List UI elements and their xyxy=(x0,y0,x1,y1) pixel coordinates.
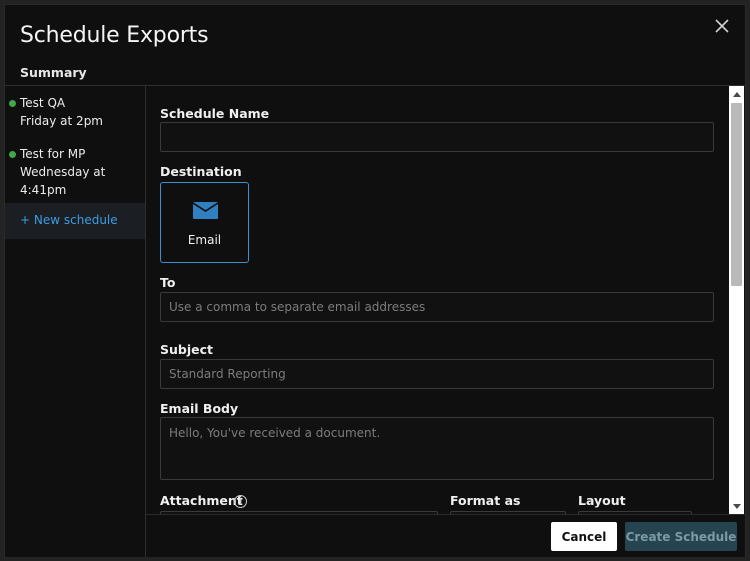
destination-email-label: Email xyxy=(187,233,222,247)
email-body-textarea[interactable]: Hello, You've received a document. xyxy=(160,417,714,480)
schedule-time: Friday at 2pm xyxy=(20,114,103,128)
schedule-item-test-qa[interactable]: Test QA Friday at 2pm xyxy=(5,94,145,130)
status-dot xyxy=(9,100,16,107)
scroll-down-arrow-icon[interactable] xyxy=(733,504,741,509)
dialog-footer: Cancel Create Schedule xyxy=(146,514,745,557)
schedule-name-input[interactable] xyxy=(160,122,714,152)
info-icon[interactable]: i xyxy=(234,495,247,508)
email-body-label: Email Body xyxy=(160,401,239,416)
schedule-form: Schedule Name Destination Email To Use a… xyxy=(146,86,729,514)
schedule-sidebar: Test QA Friday at 2pm Test for MP Wednes… xyxy=(5,86,145,557)
scroll-up-arrow-icon[interactable] xyxy=(733,92,741,97)
destination-email-card[interactable]: Email xyxy=(160,182,249,263)
schedule-item-test-for-mp[interactable]: Test for MP Wednesday at 4:41pm xyxy=(5,145,145,199)
summary-heading: Summary xyxy=(20,65,87,80)
status-dot xyxy=(9,151,16,158)
envelope-icon xyxy=(193,202,218,219)
form-scrollbar[interactable] xyxy=(729,86,744,514)
new-schedule-button[interactable]: + New schedule xyxy=(5,203,145,239)
schedule-name-label: Schedule Name xyxy=(160,106,270,121)
to-label: To xyxy=(160,275,176,290)
scroll-thumb[interactable] xyxy=(731,103,742,286)
format-as-label: Format as xyxy=(450,493,521,508)
destination-label: Destination xyxy=(160,164,242,179)
cancel-button[interactable]: Cancel xyxy=(551,522,617,551)
layout-label: Layout xyxy=(578,493,626,508)
schedule-name: Test QA xyxy=(20,96,66,110)
schedule-name: Test for MP xyxy=(20,147,86,161)
subject-label: Subject xyxy=(160,342,213,357)
to-email-input[interactable]: Use a comma to separate email addresses xyxy=(160,292,714,322)
close-icon[interactable] xyxy=(713,17,731,35)
schedule-exports-dialog: Schedule Exports Summary Test QA Friday … xyxy=(4,4,746,557)
subject-input[interactable]: Standard Reporting xyxy=(160,359,714,389)
schedule-time: Wednesday at 4:41pm xyxy=(20,165,106,197)
attachment-label: Attachment xyxy=(160,493,243,508)
dialog-title: Schedule Exports xyxy=(20,23,209,48)
create-schedule-button[interactable]: Create Schedule xyxy=(625,522,737,551)
